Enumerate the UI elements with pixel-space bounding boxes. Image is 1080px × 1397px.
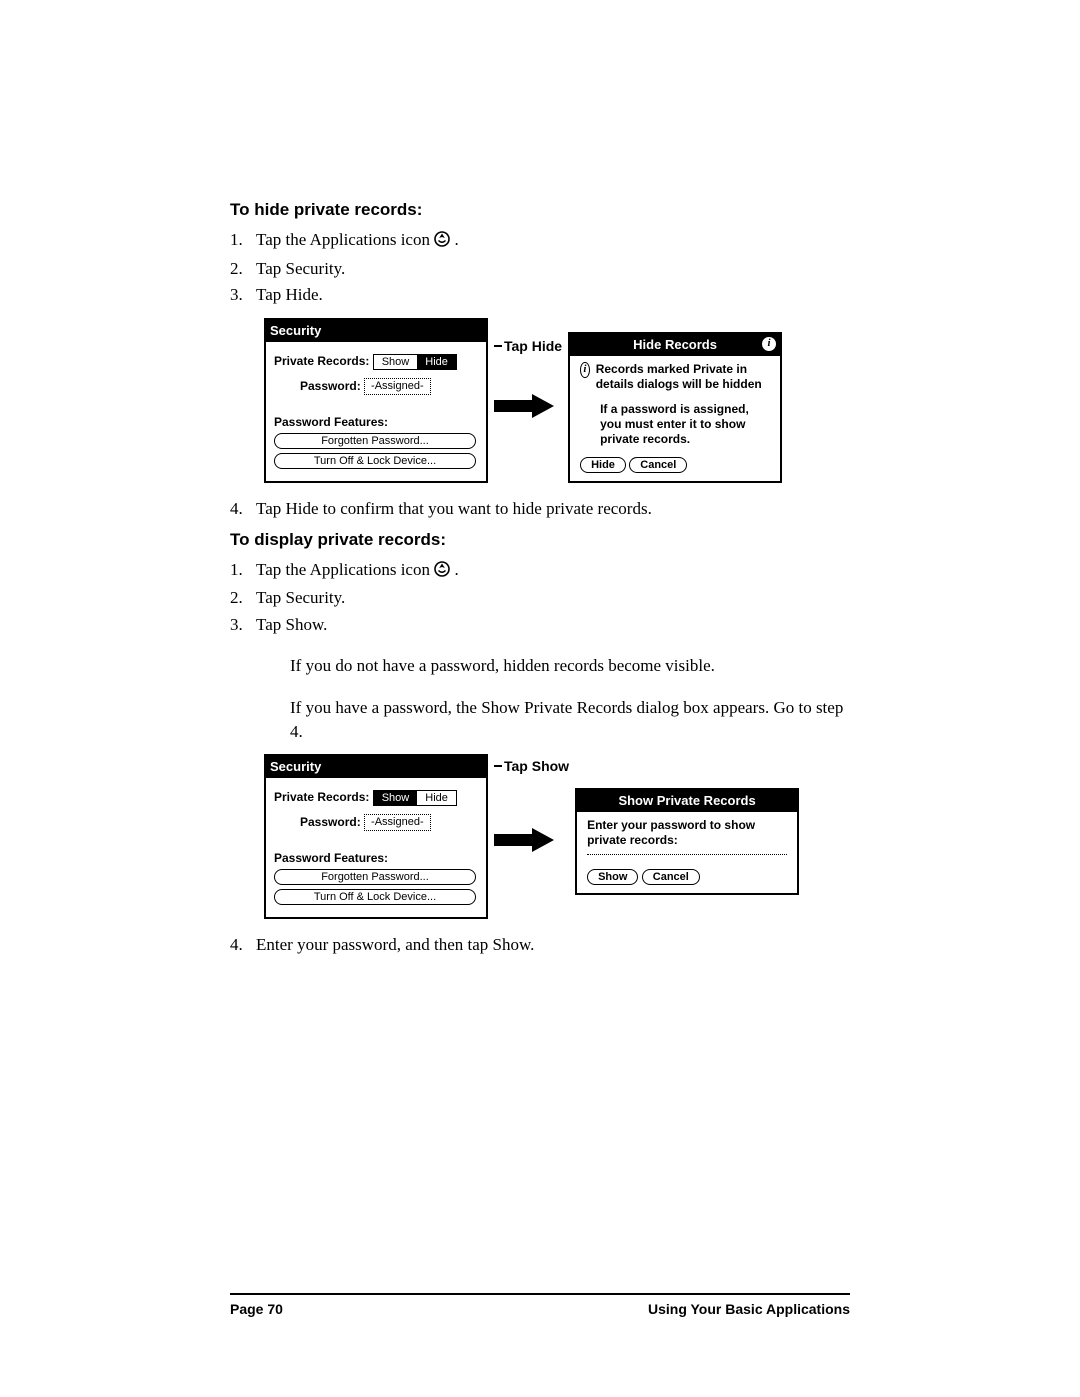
step-number: 4. (230, 933, 256, 958)
list-item: 3. Tap Hide. (230, 283, 850, 308)
list-item: 3. Tap Show. (230, 613, 850, 638)
arrow-icon (494, 394, 554, 423)
step-text: Enter your password, and then tap Show. (256, 933, 850, 958)
page-footer: Page 70 Using Your Basic Applications (230, 1293, 850, 1317)
step-text: Tap Security. (256, 586, 850, 611)
forgotten-password-button[interactable]: Forgotten Password... (274, 433, 476, 449)
step-number: 1. (230, 558, 256, 585)
forgotten-password-button[interactable]: Forgotten Password... (274, 869, 476, 885)
show-private-records-dialog: Show Private Records Enter your password… (575, 788, 799, 895)
show-button[interactable]: Show (587, 869, 638, 885)
password-features-label: Password Features: (274, 851, 388, 865)
list-item: 4. Enter your password, and then tap Sho… (230, 933, 850, 958)
step-number: 2. (230, 586, 256, 611)
password-value[interactable]: -Assigned- (364, 378, 431, 395)
heading-display: To display private records: (230, 530, 850, 550)
password-input[interactable] (587, 854, 787, 855)
private-records-toggle[interactable]: Show Hide (373, 790, 457, 806)
toggle-hide[interactable]: Hide (417, 355, 456, 369)
step-text: Tap the Applications icon . (256, 558, 850, 585)
callout-tap-show: Tap Show (504, 758, 569, 774)
step-number: 2. (230, 257, 256, 282)
step-number: 3. (230, 613, 256, 638)
list-item: 4. Tap Hide to confirm that you want to … (230, 497, 850, 522)
list-item: 2. Tap Security. (230, 586, 850, 611)
step-text: Tap Security. (256, 257, 850, 282)
hide-records-dialog: Hide Records i i Records marked Private … (568, 332, 782, 483)
cancel-button[interactable]: Cancel (642, 869, 700, 885)
text: Tap the Applications icon (256, 560, 434, 579)
applications-icon (434, 230, 450, 255)
arrow-icon (494, 828, 554, 857)
dialog-title: Hide Records (633, 337, 717, 352)
text: Tap the Applications icon (256, 230, 434, 249)
password-label: Password: (300, 379, 361, 393)
dialog-text: If a password is assigned, you must ente… (600, 402, 770, 447)
private-records-label: Private Records: (274, 354, 369, 368)
text: . (454, 230, 458, 249)
step-text: Tap Show. (256, 613, 850, 638)
toggle-show[interactable]: Show (374, 355, 418, 369)
dialog-title: Show Private Records (618, 793, 755, 808)
list-item: 1. Tap the Applications icon . (230, 558, 850, 585)
applications-icon (434, 560, 450, 585)
turn-off-lock-button[interactable]: Turn Off & Lock Device... (274, 889, 476, 905)
figure-hide: Security Private Records: Show Hide Pass… (264, 318, 850, 483)
dialog-text: Enter your password to show private reco… (587, 818, 787, 848)
section-title: Using Your Basic Applications (648, 1301, 850, 1317)
list-item: 1. Tap the Applications icon . (230, 228, 850, 255)
info-icon: i (580, 362, 590, 378)
list-item: 2. Tap Security. (230, 257, 850, 282)
figure-show: Security Private Records: Show Hide Pass… (264, 754, 850, 919)
hide-button[interactable]: Hide (580, 457, 626, 473)
steps-display: 1. Tap the Applications icon . 2. Tap Se… (230, 558, 850, 638)
panel-title: Security (270, 759, 321, 774)
note-text: If you do not have a password, hidden re… (290, 654, 850, 678)
security-panel: Security Private Records: Show Hide Pass… (264, 318, 488, 483)
text: . (454, 560, 458, 579)
private-records-label: Private Records: (274, 790, 369, 804)
step-number: 4. (230, 497, 256, 522)
step-text: Tap the Applications icon . (256, 228, 850, 255)
private-records-toggle[interactable]: Show Hide (373, 354, 457, 370)
note-text: If you have a password, the Show Private… (290, 696, 850, 744)
step-number: 3. (230, 283, 256, 308)
info-icon[interactable]: i (761, 336, 777, 352)
toggle-hide[interactable]: Hide (417, 791, 456, 805)
heading-hide: To hide private records: (230, 200, 850, 220)
steps-display-cont: 4. Enter your password, and then tap Sho… (230, 933, 850, 958)
security-panel: Security Private Records: Show Hide Pass… (264, 754, 488, 919)
step-number: 1. (230, 228, 256, 255)
steps-hide: 1. Tap the Applications icon . 2. Tap Se… (230, 228, 850, 308)
step-text: Tap Hide. (256, 283, 850, 308)
password-value[interactable]: -Assigned- (364, 814, 431, 831)
toggle-show[interactable]: Show (374, 791, 418, 805)
step-text: Tap Hide to confirm that you want to hid… (256, 497, 850, 522)
page-number: Page 70 (230, 1301, 283, 1317)
dialog-text: Records marked Private in details dialog… (596, 362, 770, 392)
footer-rule (230, 1293, 850, 1295)
callout-tap-hide: Tap Hide (504, 338, 562, 354)
cancel-button[interactable]: Cancel (629, 457, 687, 473)
password-label: Password: (300, 815, 361, 829)
panel-title: Security (270, 323, 321, 338)
steps-hide-cont: 4. Tap Hide to confirm that you want to … (230, 497, 850, 522)
turn-off-lock-button[interactable]: Turn Off & Lock Device... (274, 453, 476, 469)
password-features-label: Password Features: (274, 415, 388, 429)
